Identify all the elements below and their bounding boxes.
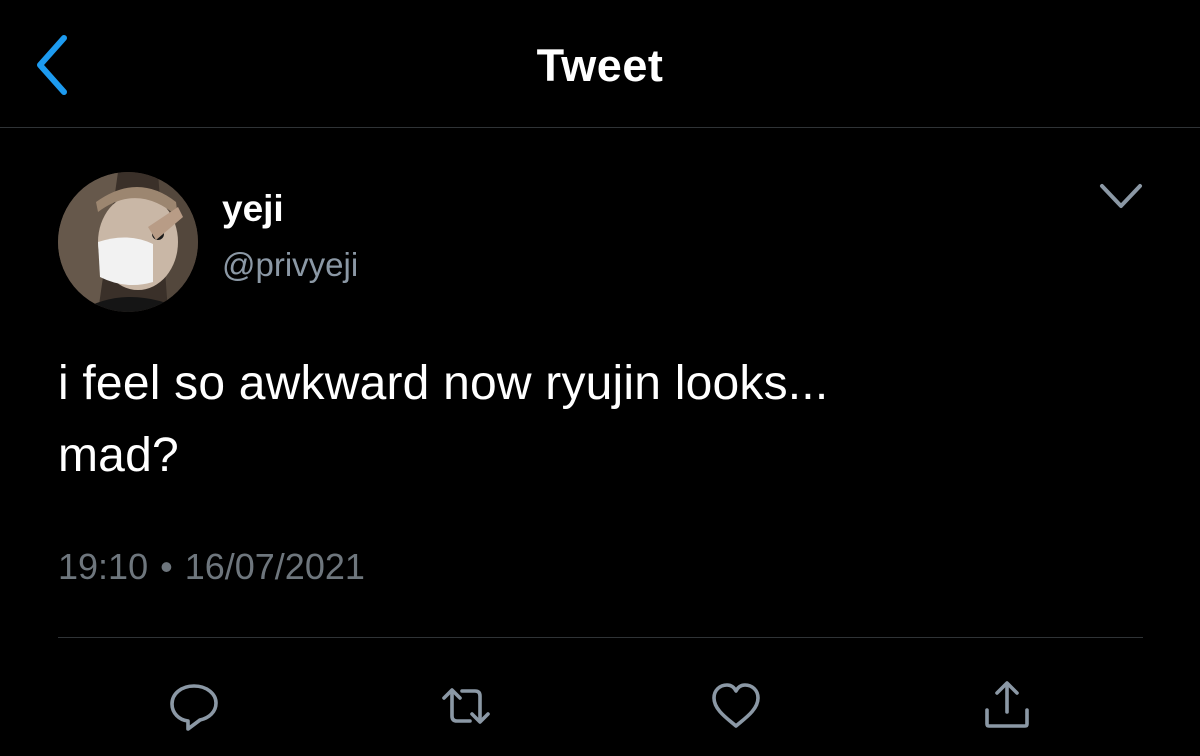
tweet-date: 16/07/2021 [184, 546, 365, 587]
more-options-button[interactable] [1096, 178, 1146, 214]
divider [58, 637, 1143, 638]
avatar[interactable] [58, 172, 198, 312]
tweet-text-line: i feel so awkward now ryujin looks... [58, 357, 829, 410]
heart-icon [712, 683, 760, 728]
retweet-icon [442, 688, 490, 724]
tweet-timestamp: 19:10 • 16/07/2021 [58, 544, 365, 590]
reply-button[interactable] [164, 676, 224, 736]
share-icon [985, 681, 1029, 728]
share-button[interactable] [977, 676, 1037, 736]
author-display-name[interactable]: yeji [222, 186, 284, 232]
meta-separator: • [160, 546, 173, 587]
author-handle[interactable]: @privyeji [222, 244, 358, 286]
tweet-text: i feel so awkward now ryujin looks... ma… [58, 348, 1148, 492]
tweet-time: 19:10 [58, 546, 149, 587]
retweet-button[interactable] [436, 676, 496, 736]
avatar-photo [58, 172, 198, 312]
page-title: Tweet [536, 40, 664, 91]
tweet-text-line: mad? [58, 429, 179, 482]
top-bar: Tweet [0, 0, 1200, 128]
chevron-down-icon [1100, 184, 1142, 208]
like-button[interactable] [706, 676, 766, 736]
reply-icon [170, 684, 218, 731]
